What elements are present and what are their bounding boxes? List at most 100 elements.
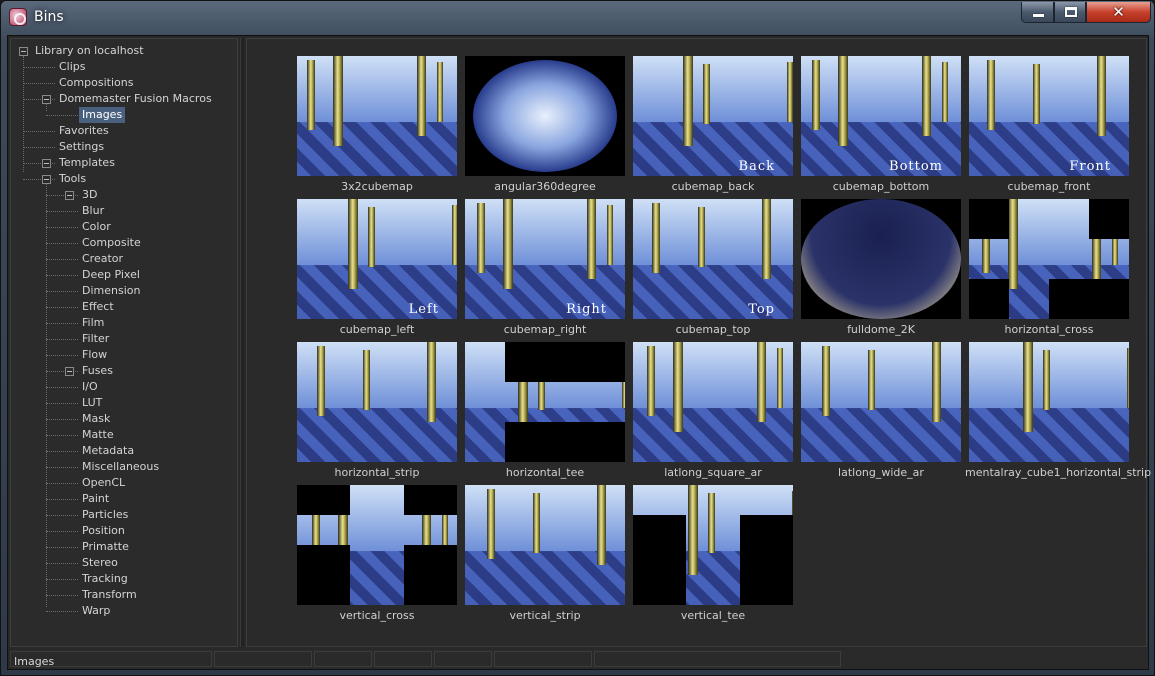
thumbnail-caption[interactable]: cubemap_front (965, 180, 1133, 193)
thumbnail-caption[interactable]: horizontal_strip (293, 466, 461, 479)
close-button[interactable]: ✕ (1086, 2, 1151, 23)
thumbnail-image[interactable] (297, 56, 457, 176)
thumbnail-image[interactable]: Back (633, 56, 793, 176)
tree-item[interactable]: Mask (11, 411, 237, 427)
tree-item[interactable]: 3D (11, 187, 237, 203)
thumbnail-image[interactable]: Right (465, 199, 625, 319)
tree-item[interactable]: Tracking (11, 571, 237, 587)
tree-item[interactable]: Matte (11, 427, 237, 443)
tree-item[interactable]: Paint (11, 491, 237, 507)
tree-item-label: Templates (59, 156, 115, 169)
thumbnail-art (503, 199, 513, 289)
tree-item[interactable]: Tools (11, 171, 237, 187)
tree-item[interactable]: Miscellaneous (11, 459, 237, 475)
thumbnail-image[interactable] (801, 342, 961, 462)
thumbnail-art (942, 62, 948, 122)
tree-item[interactable]: Color (11, 219, 237, 235)
tree-collapse-icon[interactable] (42, 159, 51, 168)
cube-face-label: Back (738, 159, 775, 174)
tree-item[interactable]: Compositions (11, 75, 237, 91)
tree-item[interactable]: Composite (11, 235, 237, 251)
thumbnail-image[interactable]: Bottom (801, 56, 961, 176)
thumbnail-image[interactable] (297, 485, 457, 605)
tree-item[interactable]: Clips (11, 59, 237, 75)
thumbnail-art (633, 408, 793, 462)
tree-collapse-icon[interactable] (19, 47, 28, 56)
bin-tree: Library on localhost Clips Compositions Dom… (10, 38, 238, 647)
status-segment (494, 651, 592, 667)
maximize-button[interactable] (1054, 2, 1086, 23)
thumbnail-art (297, 485, 350, 515)
thumbnail-image[interactable] (633, 485, 793, 605)
fusion-app-icon[interactable] (9, 8, 27, 26)
thumbnail-caption[interactable]: cubemap_right (461, 323, 629, 336)
tree-item[interactable]: Stereo (11, 555, 237, 571)
tree-item[interactable]: Filter (11, 331, 237, 347)
tree-collapse-icon[interactable] (42, 95, 51, 104)
tree-item[interactable]: Settings (11, 139, 237, 155)
tree-collapse-icon[interactable] (65, 191, 74, 200)
panel-splitter[interactable] (240, 38, 244, 647)
tree-item[interactable]: Images (11, 107, 237, 123)
tree-item[interactable]: Position (11, 523, 237, 539)
tree-item[interactable]: OpenCL (11, 475, 237, 491)
thumbnail-caption[interactable]: fulldome_2K (797, 323, 965, 336)
thumbnail-caption[interactable]: horizontal_tee (461, 466, 629, 479)
thumbnail-caption[interactable]: cubemap_top (629, 323, 797, 336)
thumbnail-image[interactable] (297, 342, 457, 462)
thumbnail-image[interactable]: Top (633, 199, 793, 319)
tree-item[interactable]: Fuses (11, 363, 237, 379)
thumbnail-image[interactable] (969, 199, 1129, 319)
tree-item[interactable]: Creator (11, 251, 237, 267)
tree-guide (46, 451, 78, 452)
tree-item[interactable]: Particles (11, 507, 237, 523)
thumbnail-caption[interactable]: cubemap_bottom (797, 180, 965, 193)
minimize-button[interactable] (1021, 2, 1054, 23)
tree-item-label: Stereo (82, 556, 118, 569)
thumbnail-art (868, 350, 875, 410)
thumbnail-caption[interactable]: angular360degree (461, 180, 629, 193)
tree-item[interactable]: Blur (11, 203, 237, 219)
thumbnail-image[interactable] (465, 485, 625, 605)
thumbnail-caption[interactable]: vertical_tee (629, 609, 797, 622)
thumbnail-caption[interactable]: latlong_square_ar (629, 466, 797, 479)
tree-item[interactable]: Deep Pixel (11, 267, 237, 283)
thumbnail-image[interactable]: Front (969, 56, 1129, 176)
tree-item[interactable]: Transform (11, 587, 237, 603)
tree-collapse-icon[interactable] (42, 175, 51, 184)
tree-item[interactable]: I/O (11, 379, 237, 395)
close-icon: ✕ (1112, 3, 1125, 21)
tree-item[interactable]: Warp (11, 603, 237, 619)
tree-item[interactable]: Domemaster Fusion Macros (11, 91, 237, 107)
thumbnail-caption[interactable]: vertical_strip (461, 609, 629, 622)
thumbnail-caption[interactable]: latlong_wide_ar (797, 466, 965, 479)
thumbnail-caption[interactable]: horizontal_cross (965, 323, 1133, 336)
thumbnail-image[interactable]: Left (297, 199, 457, 319)
thumbnail-image[interactable] (801, 199, 961, 319)
thumbnail-caption[interactable]: vertical_cross (293, 609, 461, 622)
tree-item[interactable]: Film (11, 315, 237, 331)
thumbnail-image[interactable] (969, 342, 1129, 462)
tree-item[interactable]: Dimension (11, 283, 237, 299)
tree-item[interactable]: Favorites (11, 123, 237, 139)
tree-item[interactable]: Metadata (11, 443, 237, 459)
tree-guide (46, 291, 78, 292)
tree-item[interactable]: Effect (11, 299, 237, 315)
thumbnail-caption[interactable]: cubemap_left (293, 323, 461, 336)
tree-item[interactable]: Primatte (11, 539, 237, 555)
tree-guide (46, 355, 78, 356)
tree-root[interactable]: Library on localhost (11, 43, 237, 59)
tree-item[interactable]: Flow (11, 347, 237, 363)
title-bar[interactable]: Bins ✕ (1, 1, 1154, 35)
tree-item-label: Tools (59, 172, 87, 185)
thumbnail-image[interactable] (465, 342, 625, 462)
tree-item-label: Particles (82, 508, 129, 521)
tree-item[interactable]: LUT (11, 395, 237, 411)
tree-collapse-icon[interactable] (65, 367, 74, 376)
thumbnail-caption[interactable]: mentalray_cube1_horizontal_strip (965, 466, 1151, 479)
thumbnail-image[interactable] (465, 56, 625, 176)
thumbnail-caption[interactable]: cubemap_back (629, 180, 797, 193)
thumbnail-image[interactable] (633, 342, 793, 462)
tree-item[interactable]: Templates (11, 155, 237, 171)
thumbnail-caption[interactable]: 3x2cubemap (293, 180, 461, 193)
